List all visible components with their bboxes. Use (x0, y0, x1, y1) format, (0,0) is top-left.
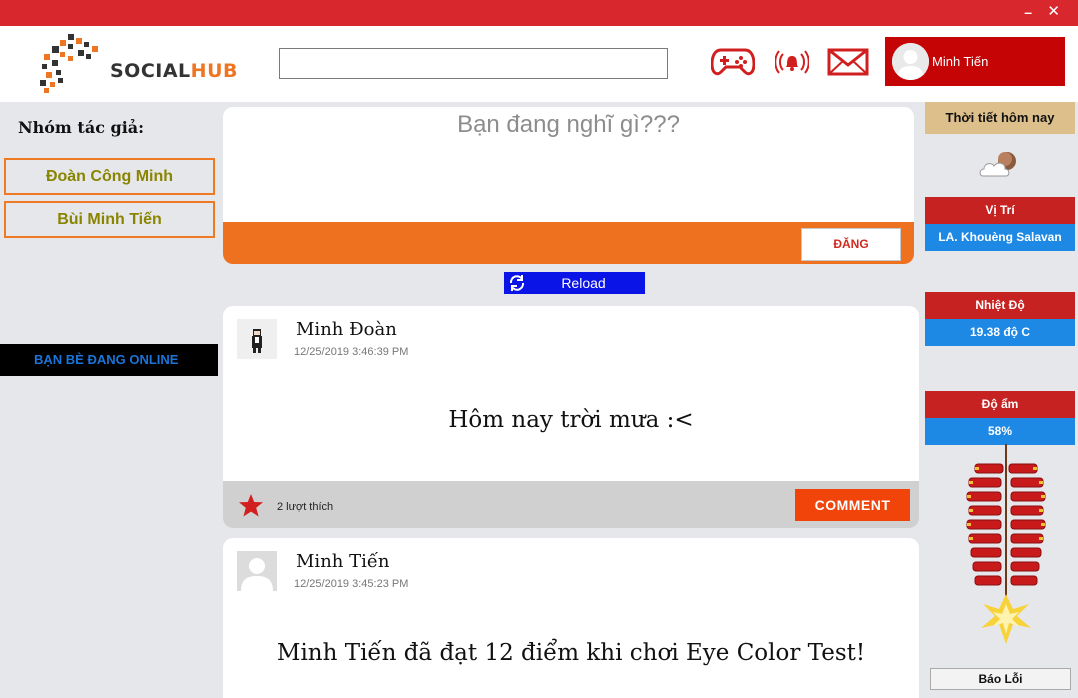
logo-text: SOCIALHUB (110, 60, 238, 82)
post-button[interactable]: ĐĂNG (801, 228, 901, 261)
report-bug-button[interactable]: Báo Lỗi (930, 668, 1071, 690)
title-bar: – ✕ (0, 0, 1078, 26)
weather-panel: Thời tiết hôm nay Vị Trí LA. Khouèng Sal… (925, 102, 1075, 698)
search-input[interactable] (279, 48, 668, 79)
logo-text-social: SOCIAL (110, 60, 191, 82)
logo-text-hub: HUB (190, 60, 238, 82)
compose-box: Bạn đang nghĩ gì??? ĐĂNG (223, 107, 914, 264)
humidity-value: 58% (925, 418, 1075, 445)
author-button-doan-cong-minh[interactable]: Đoàn Công Minh (4, 158, 215, 195)
humidity-label: Độ ẩm (925, 391, 1075, 418)
post-timestamp: 12/25/2019 3:45:23 PM (294, 578, 409, 590)
firecracker-decoration-icon (961, 444, 1051, 653)
reload-button[interactable]: Reload (504, 272, 645, 294)
comment-button[interactable]: COMMENT (795, 489, 910, 521)
pixel-avatar-icon (237, 319, 277, 359)
post-card: Minh Đoàn 12/25/2019 3:46:39 PM Hôm nay … (223, 306, 919, 528)
like-star-icon[interactable] (238, 493, 264, 523)
minimize-button[interactable]: – (1024, 4, 1032, 20)
user-name: Minh Tiến (932, 54, 989, 69)
post-footer: 2 lượt thích COMMENT (223, 481, 919, 528)
like-count: 2 lượt thích (277, 501, 334, 513)
post-content: Hôm nay trời mưa :< (448, 407, 694, 433)
gamepad-icon[interactable] (710, 46, 756, 83)
cloud-moon-icon (979, 150, 1021, 185)
close-button[interactable]: ✕ (1047, 4, 1060, 20)
default-avatar-icon (237, 551, 277, 591)
logo-mark-icon (40, 34, 98, 93)
compose-action-bar: ĐĂNG (223, 222, 914, 264)
user-avatar (892, 43, 929, 80)
post-card: Minh Tiến 12/25/2019 3:45:23 PM Minh Tiế… (223, 538, 919, 698)
post-author-avatar[interactable] (237, 319, 277, 359)
author-group-title: Nhóm tác giả: (18, 118, 145, 137)
header: SOCIALHUB Minh Tiến (0, 26, 1078, 102)
temperature-value: 19.38 độ C (925, 319, 1075, 346)
post-author-name[interactable]: Minh Tiến (296, 551, 390, 572)
temperature-label: Nhiệt Độ (925, 292, 1075, 319)
post-author-name[interactable]: Minh Đoàn (296, 319, 397, 340)
notification-bell-icon[interactable] (774, 47, 810, 82)
location-label: Vị Trí (925, 197, 1075, 224)
author-button-bui-minh-tien[interactable]: Bùi Minh Tiến (4, 201, 215, 238)
reload-label: Reload (561, 275, 606, 291)
user-profile-button[interactable]: Minh Tiến (885, 37, 1065, 86)
socialhub-logo[interactable]: SOCIALHUB (38, 32, 237, 96)
post-content: Minh Tiến đã đạt 12 điểm khi chơi Eye Co… (276, 640, 866, 666)
online-friends-header[interactable]: BẠN BÈ ĐANG ONLINE (0, 344, 218, 376)
default-avatar-icon (892, 43, 929, 80)
left-sidebar: Nhóm tác giả: Đoàn Công Minh Bùi Minh Ti… (0, 102, 220, 698)
weather-title: Thời tiết hôm nay (925, 102, 1075, 134)
location-value: LA. Khouèng Salavan (925, 224, 1075, 251)
post-author-avatar[interactable] (237, 551, 277, 591)
mail-icon[interactable] (827, 48, 869, 81)
compose-input[interactable]: Bạn đang nghĩ gì??? (223, 111, 914, 139)
post-timestamp: 12/25/2019 3:46:39 PM (294, 346, 409, 358)
